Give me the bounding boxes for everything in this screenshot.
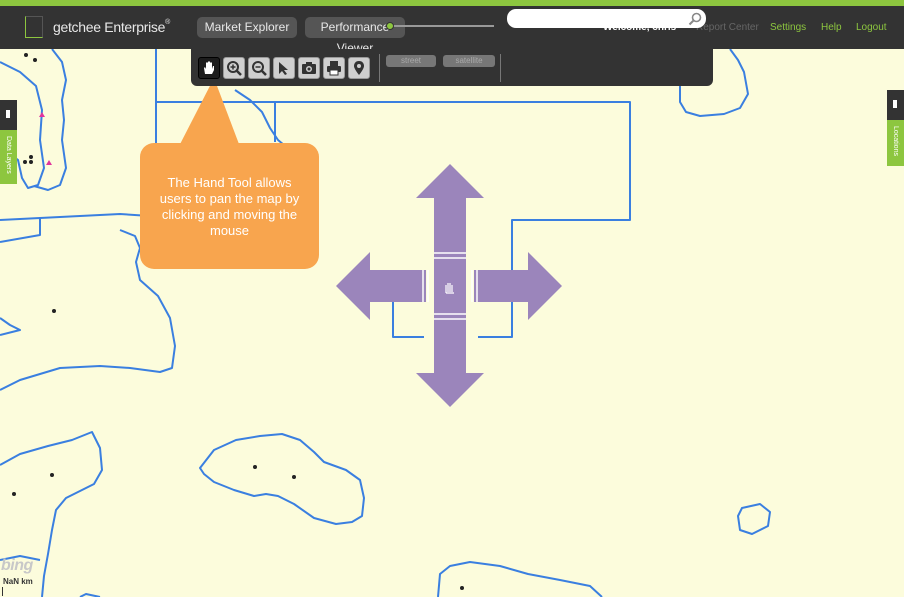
callout-text: The Hand Tool allows users to pan the ma… [159,175,300,238]
zoom-in-icon [227,61,242,76]
zoom-out-icon [252,61,267,76]
settings-link[interactable]: Settings [770,22,806,33]
location-points [12,53,464,590]
print-button[interactable] [323,57,345,79]
data-layers-label: Data Layers [5,136,12,174]
boundary-line [437,561,603,597]
map-toolbar: street satellite [191,49,713,86]
boundary-lines [0,49,771,597]
app-header: getchee Enterprise® Market Explorer Perf… [0,6,904,55]
locations-tab[interactable]: Locations [887,120,904,166]
trademark: ® [165,19,170,26]
data-layers-tab[interactable]: Data Layers [0,130,17,184]
opacity-slider-handle[interactable] [386,22,394,30]
opacity-slider-track[interactable] [389,25,494,27]
toolbar-divider [500,54,501,82]
nav-market-explorer[interactable]: Market Explorer [197,17,297,38]
zoom-in-button[interactable] [223,57,245,79]
select-arrow-icon [279,62,288,75]
search-input[interactable] [507,9,706,28]
boundary-line [33,49,67,191]
location-pin-button[interactable] [348,57,370,79]
app-name: getchee Enterprise [53,19,166,35]
scale-bar [2,587,3,596]
hand-icon [204,61,214,74]
camera-icon [302,62,316,74]
help-link[interactable]: Help [821,22,842,33]
locations-label: Locations [892,126,899,156]
app-logo[interactable]: getchee Enterprise® [53,19,170,35]
zoom-out-button[interactable] [248,57,270,79]
report-center-link[interactable]: Report Center [696,22,759,33]
boundary-line [0,217,41,243]
map-pin-icon [354,61,364,75]
bing-logo: bing [1,557,33,574]
satellite-view-button[interactable]: satellite [443,55,495,67]
boundary-line [199,433,365,525]
snapshot-button[interactable] [298,57,320,79]
search-icon[interactable] [688,12,702,26]
logout-link[interactable]: Logout [856,22,887,33]
pan-arrows [336,164,562,407]
map-canvas[interactable] [0,49,904,597]
logo-icon [25,16,43,38]
select-button[interactable] [273,57,295,79]
scale-label: NaN km [3,577,33,586]
boundary-line [0,317,21,336]
toolbar-divider [379,54,380,82]
left-panel-toggle[interactable] [0,100,17,130]
boundary-line [737,503,771,535]
panel-grip-icon [6,110,10,118]
callout-pointer [176,78,242,152]
hand-tool-button[interactable] [198,57,220,79]
panel-grip-icon [893,100,897,108]
right-panel-toggle[interactable] [887,90,904,120]
street-view-button[interactable]: street [386,55,436,67]
print-icon [327,61,341,76]
